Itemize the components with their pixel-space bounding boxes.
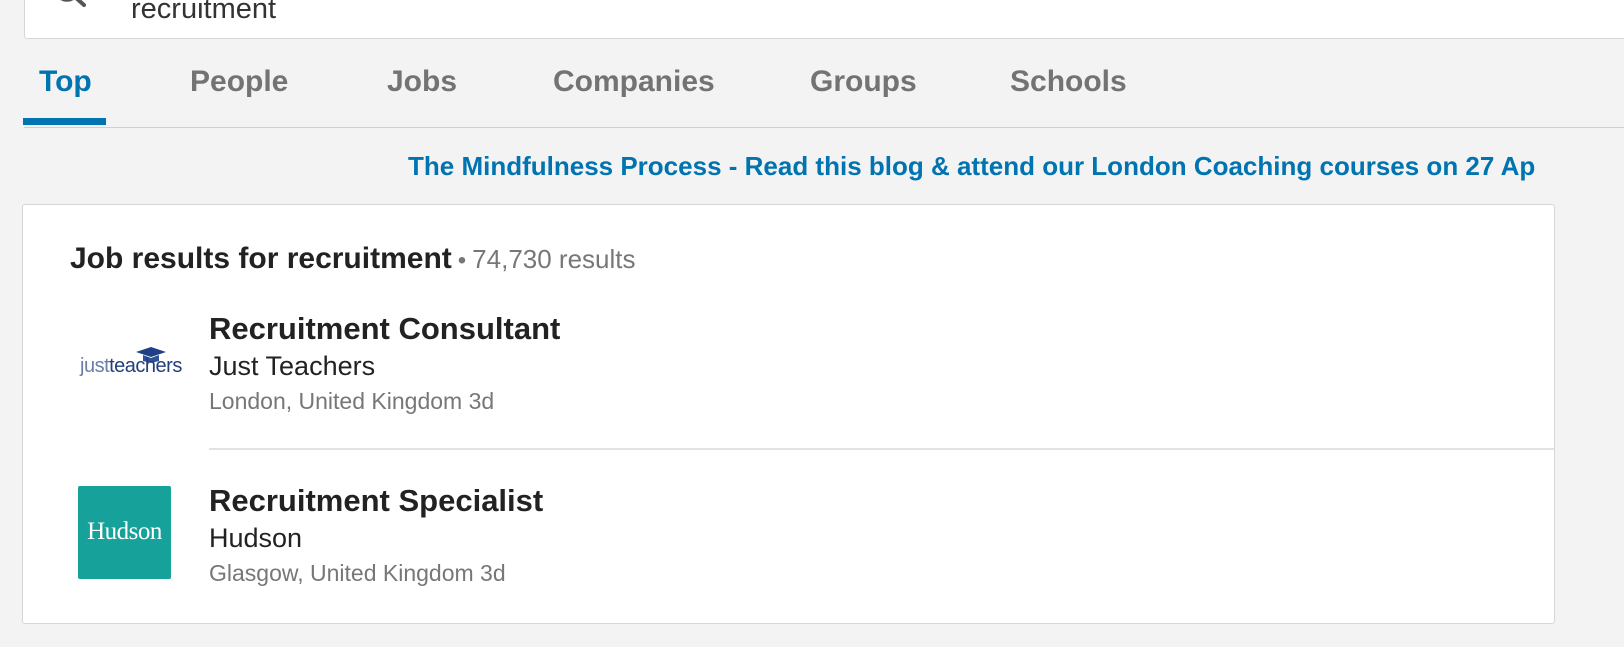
job-divider	[209, 448, 1554, 450]
results-count: 74,730 results	[472, 244, 636, 274]
tab-people[interactable]: People	[190, 64, 288, 100]
results-separator: •	[457, 247, 467, 274]
justteachers-logo: justteachers	[78, 317, 182, 410]
tab-schools[interactable]: Schools	[1010, 64, 1127, 100]
active-tab-indicator	[23, 118, 106, 125]
job-results-card: Job results for recruitment • 74,730 resul…	[22, 204, 1555, 624]
results-title: Job results for recruitment	[70, 242, 452, 275]
job-result-item[interactable]: Hudson Recruitment Specialist Hudson Gla…	[23, 477, 1554, 647]
job-location-date: Glasgow, United Kingdom 3d	[209, 560, 506, 586]
job-result-item[interactable]: justteachers Recruitment Consultant Just…	[23, 305, 1554, 475]
justteachers-wordmark: justteachers	[80, 355, 182, 377]
job-location-date: London, United Kingdom 3d	[209, 388, 495, 414]
hudson-wordmark: Hudson	[87, 518, 162, 545]
search-input[interactable]: recruitment	[131, 0, 276, 24]
search-box[interactable]: recruitment	[24, 0, 1624, 39]
tab-companies[interactable]: Companies	[553, 64, 715, 100]
tab-top[interactable]: Top	[39, 64, 92, 100]
search-tabs: Top People Jobs Companies Groups Schools	[0, 40, 1624, 128]
job-company[interactable]: Just Teachers	[209, 350, 375, 382]
job-company[interactable]: Hudson	[209, 522, 302, 554]
tab-jobs[interactable]: Jobs	[387, 64, 457, 100]
tabs-divider	[24, 127, 1624, 128]
results-heading: Job results for recruitment • 74,730 resul…	[70, 241, 636, 282]
job-title[interactable]: Recruitment Specialist	[209, 483, 543, 519]
tab-groups[interactable]: Groups	[810, 64, 917, 100]
search-icon	[60, 0, 86, 7]
job-title[interactable]: Recruitment Consultant	[209, 311, 560, 347]
sponsored-ad-link[interactable]: The Mindfulness Process - Read this blog…	[408, 151, 1535, 181]
hudson-logo: Hudson	[78, 486, 171, 579]
